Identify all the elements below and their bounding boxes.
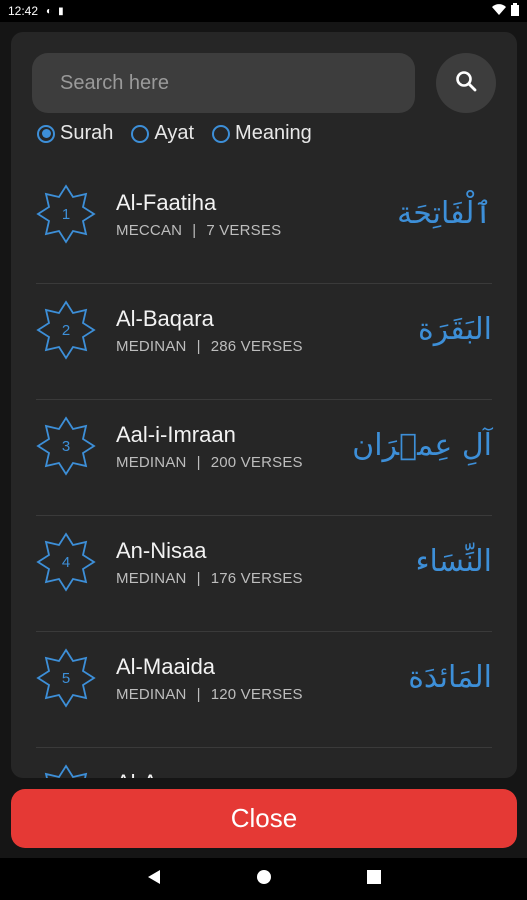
surah-name: Al-Maaida [116, 654, 216, 679]
surah-type: MECCAN [116, 222, 183, 239]
radio-surah[interactable]: Surah [37, 122, 113, 145]
surah-number: 2 [61, 321, 71, 339]
radio-unselected-icon [131, 124, 150, 143]
meta-separator: | [196, 570, 201, 587]
surah-verses: 7 VERSES [206, 222, 282, 239]
surah-type: MEDINAN [116, 338, 187, 355]
surah-name: Al-Faatiha [116, 190, 217, 215]
navigation-bar [0, 858, 527, 900]
radio-ayat-label: Ayat [154, 122, 195, 144]
search-type-radio-group: Surah Ayat Meaning [37, 122, 312, 145]
surah-search-dialog: Surah Ayat Meaning 1 Al-Faatiha MECCAN | 7… [11, 32, 517, 778]
meta-separator: | [196, 338, 201, 355]
radio-surah-label: Surah [60, 122, 114, 144]
meta-separator: | [196, 454, 201, 471]
surah-meta: MECCAN | 7 VERSES [116, 222, 281, 239]
surah-row[interactable]: 5 Al-Maaida MEDINAN | 120 VERSES المَائدَة [36, 632, 492, 748]
meta-separator: | [192, 222, 197, 239]
surah-meta: MEDINAN | 286 VERSES [116, 338, 303, 355]
surah-arabic-name: المَائدَة [408, 660, 492, 695]
surah-type: MEDINAN [116, 570, 187, 587]
radio-meaning-label: Meaning [235, 122, 312, 144]
surah-number: 5 [61, 669, 71, 687]
surah-verses: 286 VERSES [210, 338, 303, 355]
sd-card-icon: ▮ [58, 5, 64, 17]
surah-number: 3 [61, 437, 71, 455]
search-icon [454, 69, 478, 98]
surah-name: Aal-i-Imraan [116, 422, 236, 447]
surah-meta: MEDINAN | 200 VERSES [116, 454, 303, 471]
surah-number: 6 [36, 764, 96, 778]
surah-verses: 176 VERSES [210, 570, 303, 587]
surah-row[interactable]: 4 An-Nisaa MEDINAN | 176 VERSES النِّسَاء [36, 516, 492, 632]
surah-name: An-Nisaa [116, 538, 207, 563]
surah-row[interactable]: 2 Al-Baqara MEDINAN | 286 VERSES البَقَرَة [36, 284, 492, 400]
surah-arabic-name: النِّسَاء [415, 544, 492, 579]
radio-ayat[interactable]: Ayat [131, 122, 194, 145]
wifi-icon [492, 3, 506, 19]
surah-type: MEDINAN [116, 454, 187, 471]
surah-row[interactable]: 6 Al-An... [36, 748, 492, 778]
close-button[interactable]: Close [11, 789, 517, 848]
surah-row[interactable]: 1 Al-Faatiha MECCAN | 7 VERSES ٱلْفَاتِحَة [36, 168, 492, 284]
radio-selected-icon [37, 124, 55, 143]
surah-arabic-name: ٱلْفَاتِحَة [397, 196, 492, 231]
surah-type: MEDINAN [116, 686, 187, 703]
back-icon[interactable] [147, 869, 161, 890]
app-notification-icon: ◐ [46, 5, 53, 17]
surah-verses: 120 VERSES [210, 686, 303, 703]
surah-number: 4 [61, 553, 71, 571]
surah-meta: MEDINAN | 120 VERSES [116, 686, 303, 703]
radio-meaning[interactable]: Meaning [212, 122, 312, 145]
surah-row[interactable]: 3 Aal-i-Imraan MEDINAN | 200 VERSES آلِ عِ… [36, 400, 492, 516]
search-field[interactable] [32, 53, 415, 113]
radio-unselected-icon [212, 124, 231, 143]
recents-icon[interactable] [366, 869, 381, 889]
home-icon[interactable] [256, 869, 272, 890]
surah-verses: 200 VERSES [210, 454, 303, 471]
surah-number: 1 [61, 205, 71, 223]
surah-name: Al-An... [116, 770, 188, 778]
surah-list: 1 Al-Faatiha MECCAN | 7 VERSES ٱلْفَاتِحَة… [11, 168, 517, 778]
surah-arabic-name: البَقَرَة [418, 312, 492, 347]
battery-icon [511, 3, 519, 19]
status-bar: 12:42 ◐ ▮ [0, 0, 527, 22]
surah-meta: MEDINAN | 176 VERSES [116, 570, 303, 587]
search-button[interactable] [436, 53, 496, 113]
status-time: 12:42 [8, 4, 39, 18]
search-input[interactable] [60, 71, 415, 95]
surah-name: Al-Baqara [116, 306, 214, 331]
surah-arabic-name: آلِ عِمۡرَان [352, 428, 492, 463]
meta-separator: | [196, 686, 201, 703]
